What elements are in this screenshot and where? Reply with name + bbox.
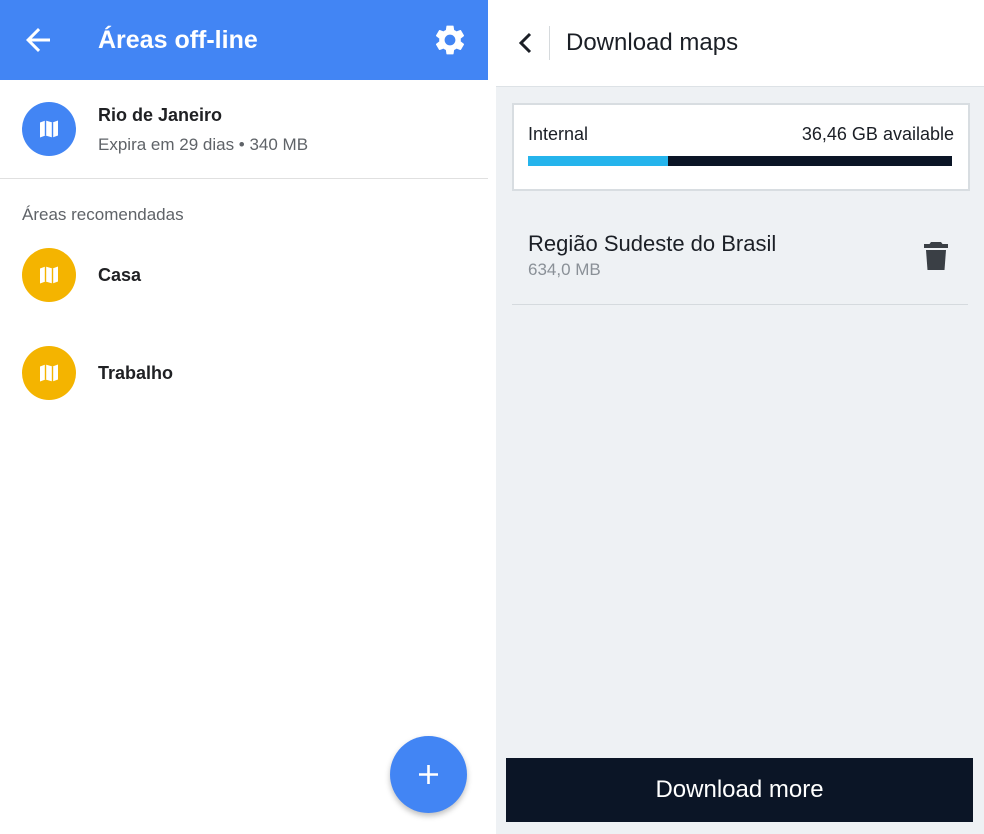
- map-size: 634,0 MB: [528, 260, 601, 279]
- gear-icon[interactable]: [432, 22, 468, 58]
- download-more-button[interactable]: Download more: [506, 758, 973, 822]
- recommended-area-label: Casa: [98, 265, 142, 285]
- back-arrow-icon[interactable]: [20, 22, 56, 58]
- storage-bar-fill: [528, 156, 668, 166]
- storage-available: 36,46 GB available: [801, 124, 954, 144]
- downloaded-map-item[interactable]: Região Sudeste do Brasil 634,0 MB: [512, 212, 968, 305]
- divider: [0, 178, 488, 179]
- storage-label: Internal: [528, 124, 589, 144]
- area-details: Expira em 29 dias • 340 MB: [98, 135, 309, 154]
- add-area-button[interactable]: [390, 736, 467, 813]
- map-icon: [22, 346, 76, 400]
- app-bar: Áreas off-line: [0, 0, 488, 80]
- storage-card: Internal 36,46 GB available: [512, 103, 970, 191]
- recommended-area-trabalho[interactable]: Trabalho: [0, 334, 488, 414]
- chevron-left-icon[interactable]: [510, 27, 542, 59]
- offline-area-item[interactable]: Rio de Janeiro Expira em 29 dias • 340 M…: [0, 80, 488, 178]
- panel-divider: [488, 0, 496, 834]
- recommended-area-label: Trabalho: [98, 363, 174, 383]
- map-icon: [22, 102, 76, 156]
- download-maps-panel: Download maps Internal 36,46 GB availabl…: [496, 0, 984, 834]
- header-divider: [549, 26, 550, 60]
- storage-bar: [528, 156, 952, 166]
- offline-areas-panel: Áreas off-line Rio de Janeiro Expira em …: [0, 0, 488, 834]
- recommended-area-casa[interactable]: Casa: [0, 236, 488, 316]
- header: Download maps: [496, 0, 984, 87]
- page-title: Áreas off-line: [98, 26, 258, 54]
- map-icon: [22, 248, 76, 302]
- trash-icon[interactable]: [922, 240, 950, 272]
- area-name: Rio de Janeiro: [98, 105, 223, 125]
- map-name: Região Sudeste do Brasil: [528, 231, 777, 256]
- page-title: Download maps: [566, 29, 739, 56]
- section-label: Áreas recomendadas: [22, 205, 184, 224]
- plus-icon: [419, 765, 438, 784]
